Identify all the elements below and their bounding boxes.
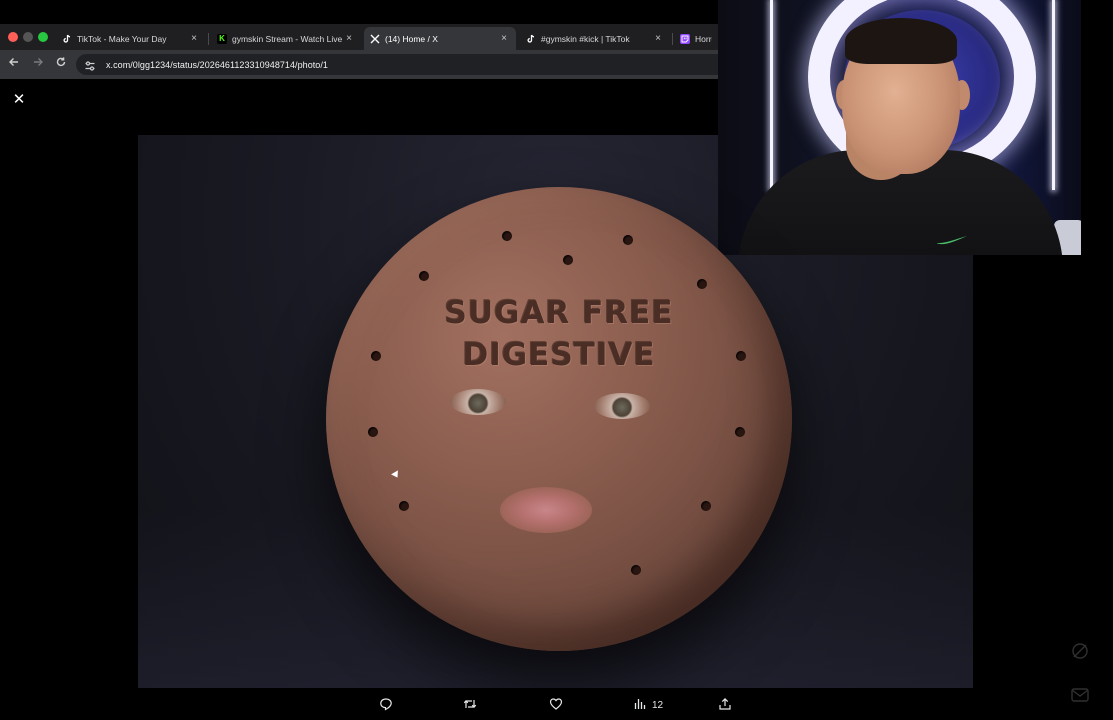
share-icon — [718, 697, 732, 714]
tab-title: Horror — [695, 33, 712, 44]
tab-close-icon[interactable]: × — [188, 33, 200, 44]
biscuit-dock-hole — [399, 501, 409, 511]
reload-icon[interactable] — [53, 56, 69, 72]
address-bar[interactable]: x.com/0lgg1234/status/202646112331094871… — [76, 54, 718, 75]
swoosh-logo-icon — [936, 232, 968, 245]
browser-tab-x-home[interactable]: (14) Home / X × — [364, 27, 516, 50]
biscuit-dock-hole — [371, 351, 381, 361]
biscuit-image: SUGAR FREE DIGESTIVE — [326, 187, 792, 651]
tiktok-icon — [526, 34, 536, 44]
image-text-line2: DIGESTIVE — [462, 337, 656, 373]
repost-button[interactable] — [463, 694, 477, 716]
grok-icon[interactable] — [1068, 639, 1092, 663]
post-action-bar: 12 — [370, 694, 740, 716]
face-eye-left — [450, 389, 506, 415]
window-close-button[interactable] — [8, 32, 18, 42]
biscuit-dock-hole — [735, 427, 745, 437]
views-count: 12 — [652, 699, 664, 711]
face-mouth — [500, 487, 592, 533]
twitch-icon — [680, 33, 690, 44]
like-icon — [549, 697, 563, 714]
tab-close-icon[interactable]: × — [343, 33, 355, 44]
reply-icon — [379, 697, 393, 714]
biscuit-dock-hole — [563, 255, 573, 265]
back-arrow-icon[interactable] — [6, 56, 22, 72]
window-minimize-button[interactable] — [23, 32, 33, 42]
streamer-hair — [845, 18, 957, 64]
biscuit-dock-hole — [736, 351, 746, 361]
share-button[interactable] — [718, 694, 732, 716]
tab-separator — [672, 33, 673, 45]
views-button[interactable]: 12 — [633, 694, 663, 716]
image-text-line1: SUGAR FREE — [444, 295, 674, 331]
tiktok-icon — [62, 34, 72, 44]
kick-icon: K — [217, 33, 227, 44]
biscuit-dock-hole — [368, 427, 378, 437]
site-settings-icon[interactable] — [84, 59, 96, 71]
browser-tab-tiktok-gymskin[interactable]: #gymskin #kick | TikTok × — [520, 27, 670, 50]
face-eye-right — [594, 393, 650, 419]
like-button[interactable] — [549, 694, 563, 716]
browser-toolbar: x.com/0lgg1234/status/202646112331094871… — [0, 50, 718, 79]
biscuit-dock-hole — [697, 279, 707, 289]
repost-icon — [463, 697, 477, 714]
tab-title: gymskin Stream - Watch Live — [232, 33, 343, 44]
window-maximize-button[interactable] — [38, 32, 48, 42]
led-strip — [770, 0, 773, 190]
biscuit-dock-hole — [623, 235, 633, 245]
biscuit-dock-hole — [502, 231, 512, 241]
webcam-overlay — [718, 0, 1081, 255]
tab-title: (14) Home / X — [385, 33, 438, 44]
biscuit-dock-hole — [419, 271, 429, 281]
close-icon[interactable]: ✕ — [9, 90, 29, 110]
tab-title: #gymskin #kick | TikTok — [541, 33, 630, 44]
tab-title: TikTok - Make Your Day — [77, 33, 167, 44]
forward-arrow-icon[interactable] — [30, 56, 46, 72]
tab-separator — [208, 33, 209, 45]
tab-close-icon[interactable]: × — [652, 33, 664, 44]
views-icon — [633, 697, 647, 714]
biscuit-dock-hole — [701, 501, 711, 511]
led-strip — [1052, 0, 1055, 190]
tab-close-icon[interactable]: × — [498, 33, 510, 44]
messages-icon[interactable] — [1068, 683, 1092, 707]
address-bar-url: x.com/0lgg1234/status/202646112331094871… — [106, 59, 328, 70]
browser-tab-tiktok[interactable]: TikTok - Make Your Day × — [56, 27, 206, 50]
biscuit-dock-hole — [631, 565, 641, 575]
browser-tab-strip: TikTok - Make Your Day × K gymskin Strea… — [0, 24, 718, 50]
browser-tab-horror[interactable]: Horror — [674, 27, 718, 50]
browser-tab-kick[interactable]: K gymskin Stream - Watch Live × — [211, 27, 361, 50]
reply-button[interactable] — [379, 694, 393, 716]
x-icon — [370, 34, 380, 44]
